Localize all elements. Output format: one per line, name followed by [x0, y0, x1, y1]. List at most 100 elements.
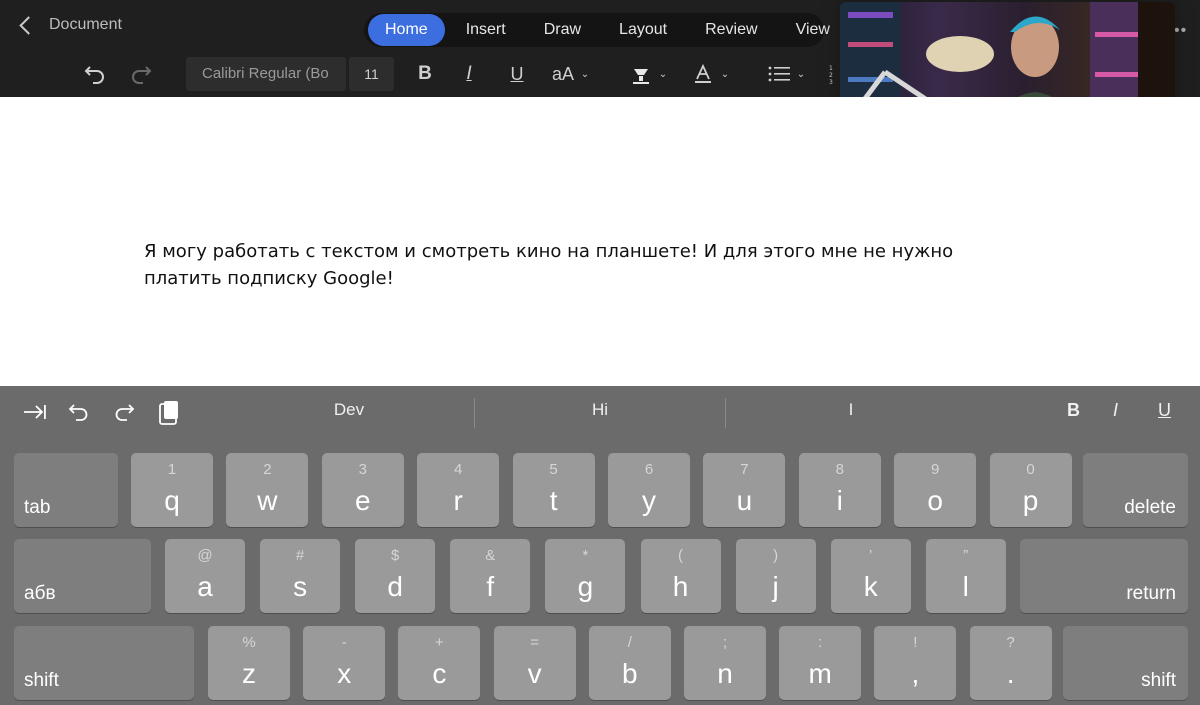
key-secondary-label: + — [435, 634, 444, 651]
chevron-down-icon: ⌄ — [796, 68, 806, 80]
key-s[interactable]: # s — [260, 539, 341, 613]
redo-icon — [115, 404, 135, 421]
more-menu[interactable]: •• — [1174, 22, 1187, 40]
shift-key-label: shift — [1141, 670, 1176, 691]
language-key[interactable]: абв — [14, 539, 151, 613]
key-primary-label: l — [962, 571, 969, 602]
underline-button[interactable]: U — [504, 56, 530, 92]
back-label: Document — [49, 16, 122, 33]
key-e[interactable]: 3e — [321, 453, 404, 527]
key-primary-label: x — [337, 658, 352, 689]
right-shift-key[interactable]: shift — [1063, 626, 1188, 700]
key-x[interactable]: -x — [303, 626, 386, 700]
keyboard-redo-button[interactable] — [113, 402, 135, 427]
suggestion-1[interactable]: Dev — [224, 400, 474, 420]
chevron-down-icon: ⌄ — [720, 68, 730, 80]
key-r[interactable]: 4r — [417, 453, 500, 527]
left-shift-key[interactable]: shift — [14, 626, 194, 700]
key-t[interactable]: 5t — [512, 453, 595, 527]
highlight-button[interactable] — [628, 56, 654, 92]
key-f[interactable]: & f — [450, 539, 531, 613]
tab-review[interactable]: Review — [688, 14, 774, 46]
key-k[interactable]: ’ k — [830, 539, 911, 613]
key-v[interactable]: = v — [493, 626, 576, 700]
key-primary-label: t — [549, 485, 558, 516]
key-primary-label: n — [717, 658, 733, 689]
key-g[interactable]: * g — [545, 539, 626, 613]
keyboard-bold-button[interactable]: B — [1067, 400, 1080, 421]
font-color-button[interactable] — [690, 56, 716, 92]
font-name-field[interactable]: Calibri Regular (Bo — [186, 57, 346, 91]
tab-home[interactable]: Home — [368, 14, 445, 46]
key-n[interactable]: ; n — [684, 626, 766, 700]
key-primary-label: a — [197, 571, 213, 602]
key-w[interactable]: 2w — [226, 453, 309, 527]
key-primary-label: r — [453, 485, 463, 516]
key-primary-label: . — [1006, 658, 1015, 689]
key-c[interactable]: + c — [398, 626, 481, 700]
key-z[interactable]: % z — [208, 626, 290, 700]
tab-key[interactable]: tab — [14, 453, 118, 527]
key-y[interactable]: 6y — [608, 453, 690, 527]
key-p[interactable]: 0p — [989, 453, 1072, 527]
key-secondary-label: & — [485, 547, 496, 564]
tab-draw[interactable]: Draw — [527, 14, 598, 46]
tab-layout[interactable]: Layout — [602, 14, 684, 46]
suggestion-3[interactable]: I — [726, 400, 976, 420]
return-key[interactable]: return — [1020, 539, 1188, 613]
key-m[interactable]: :m — [779, 626, 862, 700]
key-h[interactable]: (h — [640, 539, 721, 613]
key-j[interactable]: ) j — [735, 539, 816, 613]
key-,[interactable]: !, — [874, 626, 957, 700]
tab-view[interactable]: View — [779, 14, 847, 46]
svg-text:1: 1 — [829, 65, 833, 72]
paste-button[interactable] — [158, 400, 180, 431]
clipboard-icon — [159, 401, 178, 425]
key-primary-label: b — [622, 658, 638, 689]
numbered-list-button[interactable]: 123 — [826, 56, 840, 92]
tab-key-button[interactable] — [22, 402, 48, 427]
key-secondary-label: ? — [1006, 634, 1015, 651]
key-primary-label: y — [642, 485, 656, 516]
key-secondary-label: = — [530, 634, 539, 651]
key-secondary-label: @ — [197, 547, 213, 564]
key-secondary-label: ” — [963, 547, 969, 564]
tab-icon — [24, 405, 46, 419]
key-primary-label: p — [1022, 485, 1039, 516]
keyboard-underline-button[interactable]: U — [1158, 400, 1171, 421]
document-canvas[interactable]: Я могу работать с текстом и смотреть кин… — [0, 97, 1200, 386]
key-i[interactable]: 8i — [798, 453, 881, 527]
italic-button[interactable]: I — [456, 56, 482, 92]
keyboard-undo-button[interactable] — [68, 402, 90, 427]
text-size-button[interactable]: aA — [548, 56, 578, 92]
key-secondary-label: ’ — [869, 547, 873, 564]
key-l[interactable]: ” l — [925, 539, 1006, 613]
undo-button[interactable] — [80, 56, 110, 92]
key-q[interactable]: 1q — [131, 453, 213, 527]
key-secondary-label: 1 — [167, 461, 177, 478]
font-size-field[interactable]: 11 — [349, 57, 394, 91]
key-o[interactable]: 9o — [894, 453, 977, 527]
key-u[interactable]: 7u — [703, 453, 786, 527]
key-a[interactable]: @ a — [165, 539, 245, 613]
key-secondary-label: ; — [722, 634, 728, 651]
suggestion-2[interactable]: Hi — [475, 400, 725, 420]
keyboard-italic-button[interactable]: I — [1113, 400, 1118, 421]
back-button[interactable]: Document — [14, 15, 122, 35]
bullet-list-button[interactable] — [766, 56, 792, 92]
redo-button[interactable] — [126, 56, 156, 92]
on-screen-keyboard: Dev Hi I B I U tab delete абв return shi… — [0, 386, 1200, 705]
key-b[interactable]: / b — [588, 626, 671, 700]
key-primary-label: e — [355, 485, 371, 516]
key-secondary-label: 5 — [549, 461, 558, 478]
key-d[interactable]: $ d — [355, 539, 436, 613]
key-primary-label: d — [387, 571, 403, 602]
key-.[interactable]: ?. — [969, 626, 1052, 700]
key-secondary-label: ( — [678, 547, 683, 564]
bold-button[interactable]: B — [412, 56, 438, 92]
tab-insert[interactable]: Insert — [449, 14, 523, 46]
key-primary-label: f — [486, 571, 495, 602]
document-paragraph[interactable]: Я могу работать с текстом и смотреть кин… — [144, 238, 1004, 292]
delete-key[interactable]: delete — [1083, 453, 1188, 527]
key-secondary-label: 4 — [454, 461, 463, 478]
